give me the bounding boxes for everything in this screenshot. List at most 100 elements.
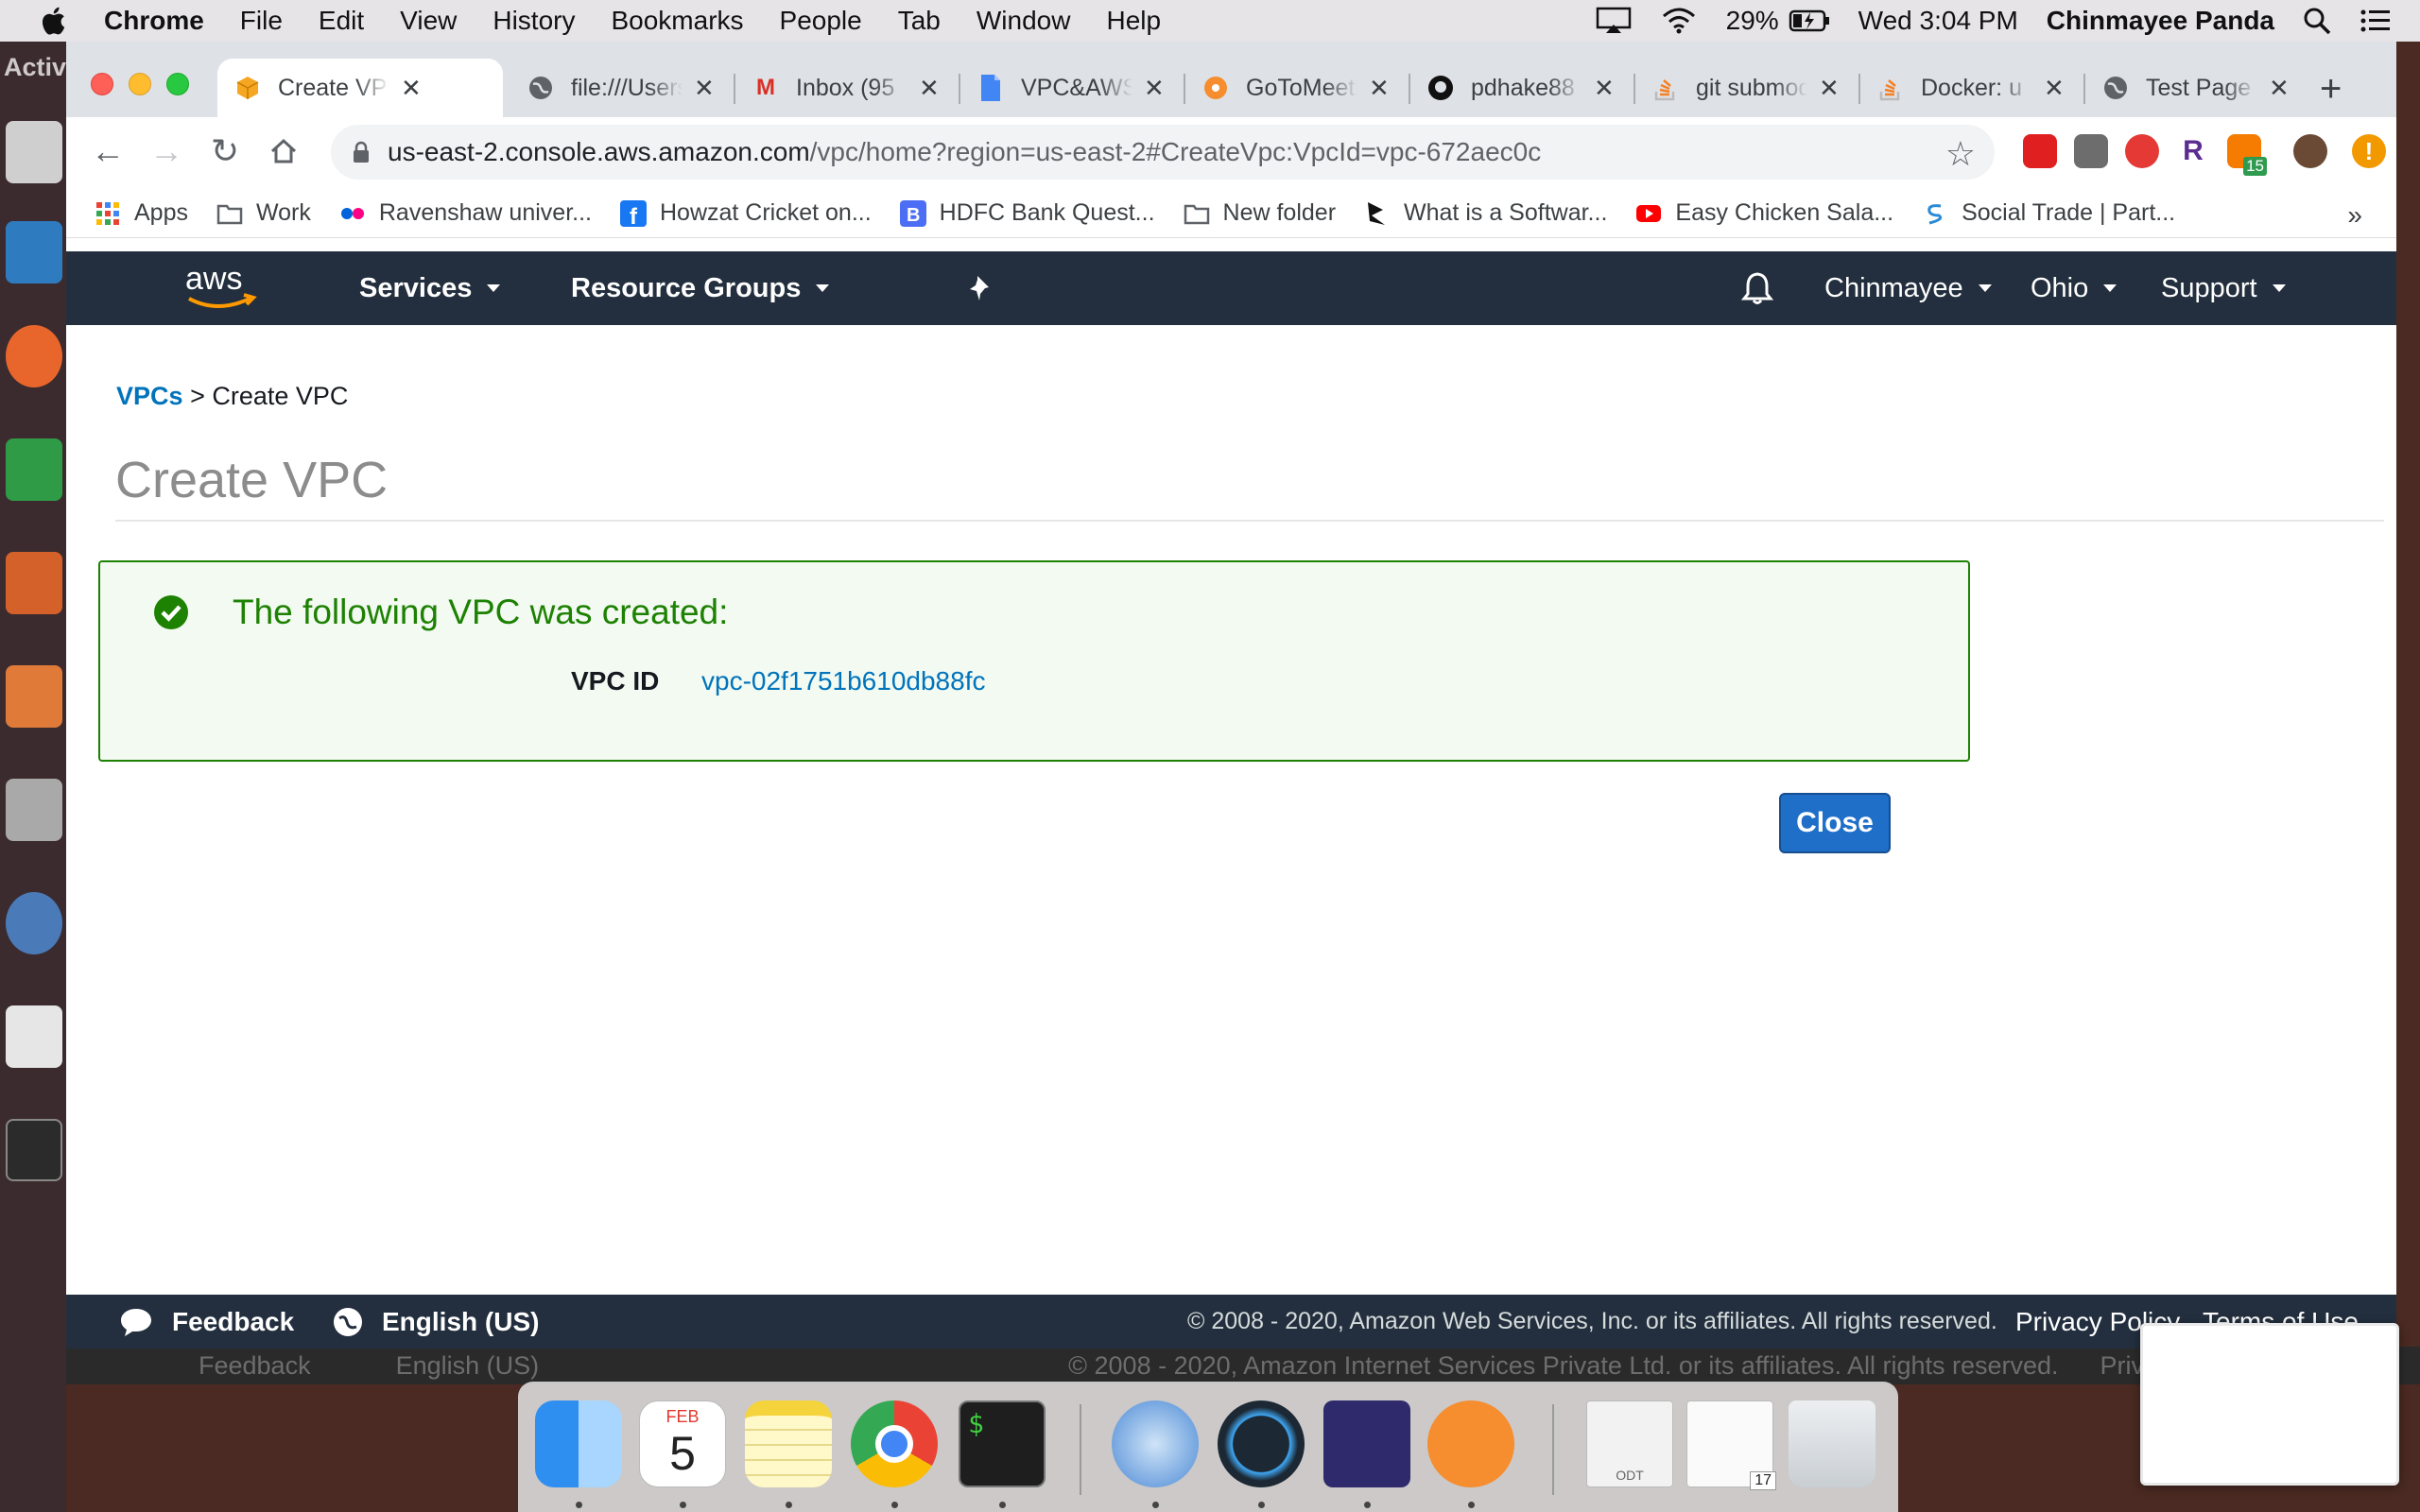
- menu-history[interactable]: History: [493, 6, 575, 36]
- keychain-icon[interactable]: [1112, 1400, 1199, 1487]
- tab-close-icon[interactable]: ✕: [1594, 74, 1615, 103]
- menu-app-name[interactable]: Chrome: [104, 6, 204, 36]
- bookmark-work-folder[interactable]: Work: [216, 199, 311, 227]
- bookmark-new-folder[interactable]: New folder: [1184, 199, 1336, 227]
- tab-vpc-aws-doc[interactable]: VPC&AWS ✕: [960, 59, 1184, 117]
- home-button[interactable]: [265, 132, 302, 170]
- gotomeeting-dock-icon[interactable]: [1427, 1400, 1514, 1487]
- tab-file[interactable]: file:///Users ✕: [510, 59, 734, 117]
- spotlight-search-icon[interactable]: [2303, 7, 2331, 35]
- menu-help[interactable]: Help: [1106, 6, 1161, 36]
- chromium-app-icon[interactable]: [6, 892, 62, 954]
- tab-close-icon[interactable]: ✕: [2269, 74, 2290, 103]
- tab-close-icon[interactable]: ✕: [1819, 74, 1840, 103]
- forward-button[interactable]: →: [147, 132, 185, 170]
- flash-extension-icon[interactable]: [2125, 134, 2159, 168]
- aws-logo[interactable]: aws: [180, 261, 265, 316]
- preview-document-icon[interactable]: 17: [1686, 1400, 1776, 1490]
- settings-app-icon[interactable]: [6, 779, 62, 841]
- bookmark-howzat[interactable]: f Howzat Cricket on...: [619, 199, 872, 227]
- lock-icon[interactable]: [352, 141, 371, 163]
- window-close-button[interactable]: [91, 73, 113, 95]
- support-menu[interactable]: Support: [2161, 251, 2286, 325]
- bookmarks-overflow-button[interactable]: »: [2347, 200, 2362, 231]
- back-button[interactable]: ←: [89, 132, 127, 170]
- notes-icon[interactable]: [745, 1400, 832, 1487]
- badge-extension-icon[interactable]: 15: [2227, 134, 2267, 176]
- pin-icon[interactable]: [968, 251, 994, 325]
- new-tab-button[interactable]: +: [2320, 68, 2342, 111]
- keep-extension-icon[interactable]: [2074, 134, 2108, 168]
- menu-clock[interactable]: Wed 3:04 PM: [1858, 6, 2018, 36]
- tab-github[interactable]: pdhake88 ✕: [1410, 59, 1634, 117]
- calendar-icon[interactable]: FEB 5: [639, 1400, 726, 1487]
- breadcrumb-vpcs-link[interactable]: VPCs: [116, 382, 183, 410]
- bookmark-software[interactable]: What is a Softwar...: [1364, 199, 1607, 227]
- reload-button[interactable]: ↻: [206, 132, 244, 170]
- calc-app-icon[interactable]: [6, 438, 62, 501]
- menu-people[interactable]: People: [780, 6, 862, 36]
- bookmark-star-icon[interactable]: ☆: [1945, 134, 1976, 174]
- bookmark-chicken-salad[interactable]: Easy Chicken Sala...: [1635, 199, 1893, 227]
- files-app-icon[interactable]: [6, 121, 62, 183]
- tab-test-page[interactable]: Test Page ✕: [2085, 59, 2308, 117]
- menu-view[interactable]: View: [400, 6, 457, 36]
- finder-icon[interactable]: [535, 1400, 622, 1487]
- resource-groups-menu[interactable]: Resource Groups: [571, 251, 830, 325]
- window-zoom-button[interactable]: [166, 73, 189, 95]
- chrome-icon[interactable]: [851, 1400, 938, 1487]
- bookmark-hdfc[interactable]: B HDFC Bank Quest...: [899, 199, 1155, 227]
- tab-close-icon[interactable]: ✕: [1144, 74, 1165, 103]
- screenshot-thumbnail[interactable]: [2140, 1323, 2399, 1486]
- airplay-icon[interactable]: [1596, 7, 1632, 35]
- account-menu[interactable]: Chinmayee: [1824, 251, 1992, 325]
- adblock-extension-icon[interactable]: [2023, 134, 2057, 168]
- profile-avatar[interactable]: [2293, 134, 2327, 168]
- r-extension-icon[interactable]: R: [2176, 134, 2210, 168]
- tab-close-icon[interactable]: ✕: [919, 74, 940, 103]
- trash-icon[interactable]: [1789, 1400, 1876, 1487]
- tab-close-icon[interactable]: ✕: [694, 74, 715, 103]
- menu-tab[interactable]: Tab: [898, 6, 941, 36]
- language-selector[interactable]: English (US): [333, 1295, 539, 1349]
- slack-app-icon[interactable]: [6, 1005, 62, 1068]
- firefox-app-icon[interactable]: [6, 325, 62, 387]
- terminal-icon[interactable]: $: [959, 1400, 1046, 1487]
- tab-docker[interactable]: Docker: u ✕: [1860, 59, 2083, 117]
- vpc-id-link[interactable]: vpc-02f1751b610db88fc: [701, 666, 985, 696]
- apple-icon[interactable]: [38, 4, 72, 38]
- show-apps-icon[interactable]: [6, 1289, 62, 1351]
- terminal-app-icon[interactable]: [6, 1119, 62, 1181]
- menu-file[interactable]: File: [240, 6, 283, 36]
- menu-bookmarks[interactable]: Bookmarks: [611, 6, 743, 36]
- menu-user-name[interactable]: Chinmayee Panda: [2047, 6, 2274, 36]
- wifi-icon[interactable]: [1660, 7, 1698, 35]
- feedback-button[interactable]: Feedback: [119, 1295, 294, 1349]
- menu-window[interactable]: Window: [977, 6, 1071, 36]
- tab-close-icon[interactable]: ✕: [401, 74, 422, 103]
- quicktime-icon[interactable]: [1218, 1400, 1305, 1487]
- odt-document-icon[interactable]: ODT: [1586, 1400, 1673, 1487]
- chrome-update-alert-icon[interactable]: !: [2352, 134, 2386, 168]
- writer-app-icon[interactable]: [6, 221, 62, 284]
- close-button[interactable]: Close: [1779, 793, 1891, 853]
- notification-center-icon[interactable]: [2360, 8, 2392, 34]
- window-minimize-button[interactable]: [129, 73, 151, 95]
- battery-charging-icon[interactable]: [1789, 9, 1830, 33]
- services-menu[interactable]: Services: [359, 251, 501, 325]
- app-seahorse-icon[interactable]: [1323, 1400, 1410, 1487]
- menu-edit[interactable]: Edit: [319, 6, 364, 36]
- notifications-bell-icon[interactable]: [1741, 251, 1773, 325]
- ubuntu-activities[interactable]: Activ: [4, 53, 66, 82]
- tab-git-submodule[interactable]: git submodule ✕: [1635, 59, 1858, 117]
- tab-gotomeeting[interactable]: GoToMeeting ✕: [1185, 59, 1409, 117]
- region-menu[interactable]: Ohio: [2031, 251, 2118, 325]
- bookmark-social-trade[interactable]: Social Trade | Part...: [1922, 199, 2175, 227]
- bookmark-apps[interactable]: Apps: [95, 199, 188, 227]
- tab-close-icon[interactable]: ✕: [2044, 74, 2065, 103]
- tab-inbox[interactable]: M Inbox (95 ✕: [735, 59, 959, 117]
- address-bar[interactable]: us-east-2.console.aws.amazon.com/vpc/hom…: [331, 125, 1995, 180]
- tab-create-vpc[interactable]: Create VPC ✕: [217, 59, 503, 117]
- software-app-icon[interactable]: [6, 665, 62, 728]
- impress-app-icon[interactable]: [6, 552, 62, 614]
